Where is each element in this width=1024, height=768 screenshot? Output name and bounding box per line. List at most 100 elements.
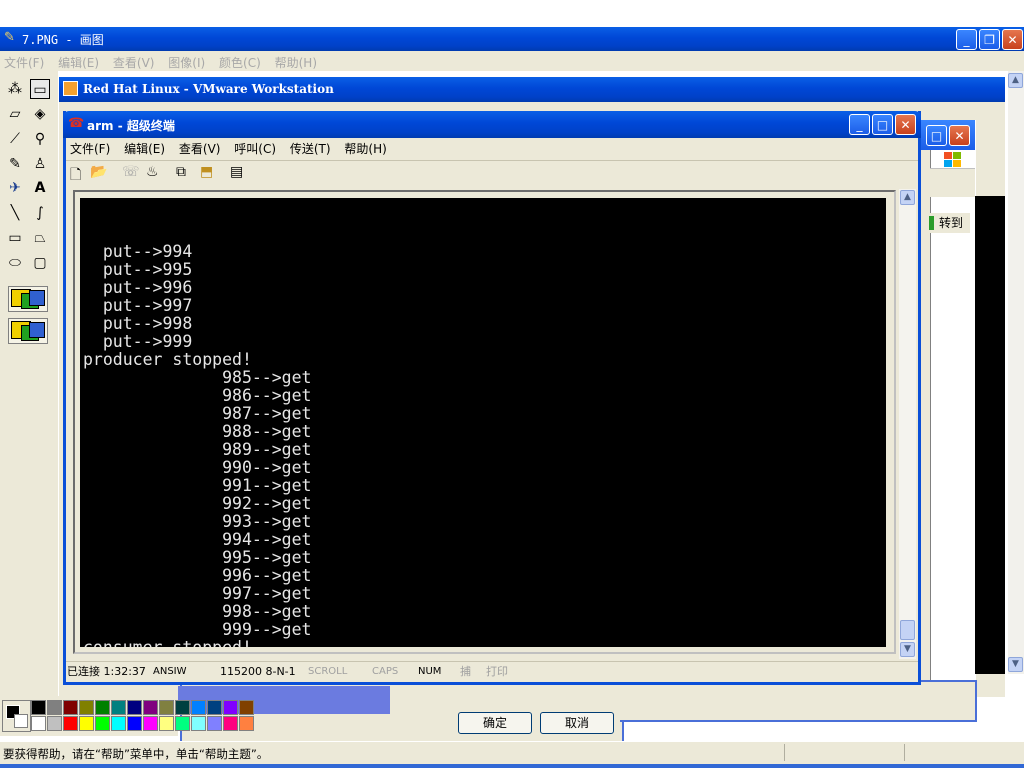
open-folder-icon[interactable]: 📂 — [90, 164, 107, 180]
terminal-scroll-up-arrow[interactable]: ▲ — [900, 190, 915, 205]
vmware-titlebar[interactable]: Red Hat Linux - VMware Workstation — [59, 77, 1005, 102]
transparency-option-transparent[interactable] — [8, 318, 48, 344]
status-caps: CAPS — [372, 666, 399, 677]
vmware-inner-maximize-button[interactable]: □ — [926, 125, 947, 146]
goto-label: 转到 — [939, 216, 964, 230]
paint-scroll-up-arrow[interactable]: ▲ — [1008, 73, 1023, 88]
terminal-menu-view[interactable]: 查看(V) — [179, 142, 221, 156]
palette-swatch[interactable] — [79, 716, 94, 731]
palette-swatch[interactable] — [95, 716, 110, 731]
palette-swatch[interactable] — [111, 716, 126, 731]
paint-restore-button[interactable]: ❐ — [979, 29, 1000, 50]
dialog-cancel-button[interactable]: 取消 — [540, 712, 614, 734]
terminal-menu-file[interactable]: 文件(F) — [70, 142, 110, 156]
palette-swatch[interactable] — [127, 700, 142, 715]
palette-swatch[interactable] — [143, 716, 158, 731]
color-picker-icon[interactable]: ⟋ — [5, 129, 25, 149]
vmware-goto-button[interactable]: 转到 — [928, 213, 970, 233]
palette-swatch[interactable] — [175, 700, 190, 715]
dialog-ok-button[interactable]: 确定 — [458, 712, 532, 734]
paint-menu-colors[interactable]: 颜色(C) — [219, 56, 261, 70]
terminal-menubar: 文件(F) 编辑(E) 查看(V) 呼叫(C) 传送(T) 帮助(H) — [70, 140, 397, 157]
terminal-line: put-->996 — [83, 278, 193, 297]
palette-swatch[interactable] — [191, 700, 206, 715]
properties-icon[interactable]: ▤ — [230, 164, 243, 180]
terminal-menu-transfer[interactable]: 传送(T) — [290, 142, 331, 156]
call-icon[interactable]: ☏ — [122, 164, 140, 180]
palette-swatch[interactable] — [127, 716, 142, 731]
vm-console-screen[interactable] — [975, 196, 1005, 674]
transparency-option-opaque[interactable] — [8, 286, 48, 312]
palette-swatch[interactable] — [95, 700, 110, 715]
palette-swatch[interactable] — [159, 700, 174, 715]
palette-swatch[interactable] — [111, 700, 126, 715]
polygon-tool-icon[interactable]: ⏢ — [30, 228, 50, 248]
palette-swatch[interactable] — [47, 716, 62, 731]
send-file-icon[interactable]: ⧉ — [176, 164, 186, 180]
terminal-menu-help[interactable]: 帮助(H) — [344, 142, 386, 156]
palette-swatch[interactable] — [31, 700, 46, 715]
terminal-scroll-thumb[interactable] — [900, 620, 915, 640]
terminal-line: put-->995 — [83, 260, 193, 279]
paint-close-button[interactable]: ✕ — [1002, 29, 1023, 50]
terminal-line: 985-->get — [83, 368, 312, 387]
rounded-rect-tool-icon[interactable]: ▢ — [30, 253, 50, 273]
magnifier-icon[interactable]: ⚲ — [30, 129, 50, 149]
status-capture: 捕 — [460, 665, 471, 678]
paint-titlebar[interactable]: ✎ 7.PNG - 画图 _ ❐ ✕ — [0, 27, 1024, 51]
text-tool-icon[interactable]: A — [30, 178, 50, 198]
status-connected-time: 已连接 1:32:37 — [67, 665, 146, 678]
terminal-vertical-scrollbar[interactable]: ▲ ▼ — [899, 189, 916, 659]
paint-menu-edit[interactable]: 编辑(E) — [58, 56, 99, 70]
terminal-output[interactable]: put-->994 put-->995 put-->996 put-->997 … — [80, 198, 886, 647]
new-connection-icon[interactable]: 🗋 — [70, 164, 81, 188]
paint-menu-image[interactable]: 图像(I) — [168, 56, 205, 70]
palette-swatch[interactable] — [223, 700, 238, 715]
terminal-close-button[interactable]: ✕ — [895, 114, 916, 135]
palette-swatch[interactable] — [63, 700, 78, 715]
terminal-menu-edit[interactable]: 编辑(E) — [124, 142, 165, 156]
airbrush-icon[interactable]: ✈ — [5, 178, 25, 198]
rectangle-tool-icon[interactable]: ▭ — [5, 228, 25, 248]
eraser-icon[interactable]: ▱ — [5, 104, 25, 124]
palette-swatch[interactable] — [207, 716, 222, 731]
palette-swatch[interactable] — [191, 716, 206, 731]
ellipse-tool-icon[interactable]: ⬭ — [5, 253, 25, 273]
line-tool-icon[interactable]: ╲ — [5, 203, 25, 223]
palette-swatch[interactable] — [223, 716, 238, 731]
current-colors[interactable] — [2, 700, 31, 732]
terminal-line: 987-->get — [83, 404, 312, 423]
terminal-line: 990-->get — [83, 458, 312, 477]
palette-swatch[interactable] — [143, 700, 158, 715]
palette-swatch[interactable] — [63, 716, 78, 731]
paint-menu-view[interactable]: 查看(V) — [113, 56, 155, 70]
paint-menu-help[interactable]: 帮助(H) — [275, 56, 317, 70]
terminal-scroll-down-arrow[interactable]: ▼ — [900, 642, 915, 657]
terminal-maximize-button[interactable]: □ — [872, 114, 893, 135]
curve-tool-icon[interactable]: ∫ — [30, 203, 50, 223]
receive-file-icon[interactable]: ⬒ — [200, 164, 213, 180]
fill-bucket-icon[interactable]: ◈ — [30, 104, 50, 124]
terminal-minimize-button[interactable]: _ — [849, 114, 870, 135]
palette-swatch[interactable] — [159, 716, 174, 731]
rect-select-icon[interactable]: ▭ — [30, 79, 50, 99]
status-print: 打印 — [486, 665, 508, 678]
palette-swatch[interactable] — [239, 700, 254, 715]
palette-swatch[interactable] — [175, 716, 190, 731]
palette-swatch[interactable] — [31, 716, 46, 731]
free-select-icon[interactable]: ⁂ — [5, 79, 25, 99]
palette-swatch[interactable] — [47, 700, 62, 715]
terminal-titlebar[interactable]: ☎ arm - 超级终端 _ □ ✕ — [63, 111, 921, 138]
terminal-menu-call[interactable]: 呼叫(C) — [234, 142, 276, 156]
paint-menu-file[interactable]: 文件(F) — [4, 56, 44, 70]
vmware-inner-close-button[interactable]: ✕ — [949, 125, 970, 146]
paint-minimize-button[interactable]: _ — [956, 29, 977, 50]
palette-swatch[interactable] — [239, 716, 254, 731]
brush-icon[interactable]: ♙ — [30, 154, 50, 174]
pencil-icon[interactable]: ✎ — [5, 154, 25, 174]
palette-swatch[interactable] — [207, 700, 222, 715]
palette-swatch[interactable] — [79, 700, 94, 715]
paint-scroll-down-arrow[interactable]: ▼ — [1008, 657, 1023, 672]
disconnect-icon[interactable]: ♨ — [146, 164, 159, 180]
paint-vertical-scrollbar[interactable]: ▲ ▼ — [1008, 71, 1024, 674]
